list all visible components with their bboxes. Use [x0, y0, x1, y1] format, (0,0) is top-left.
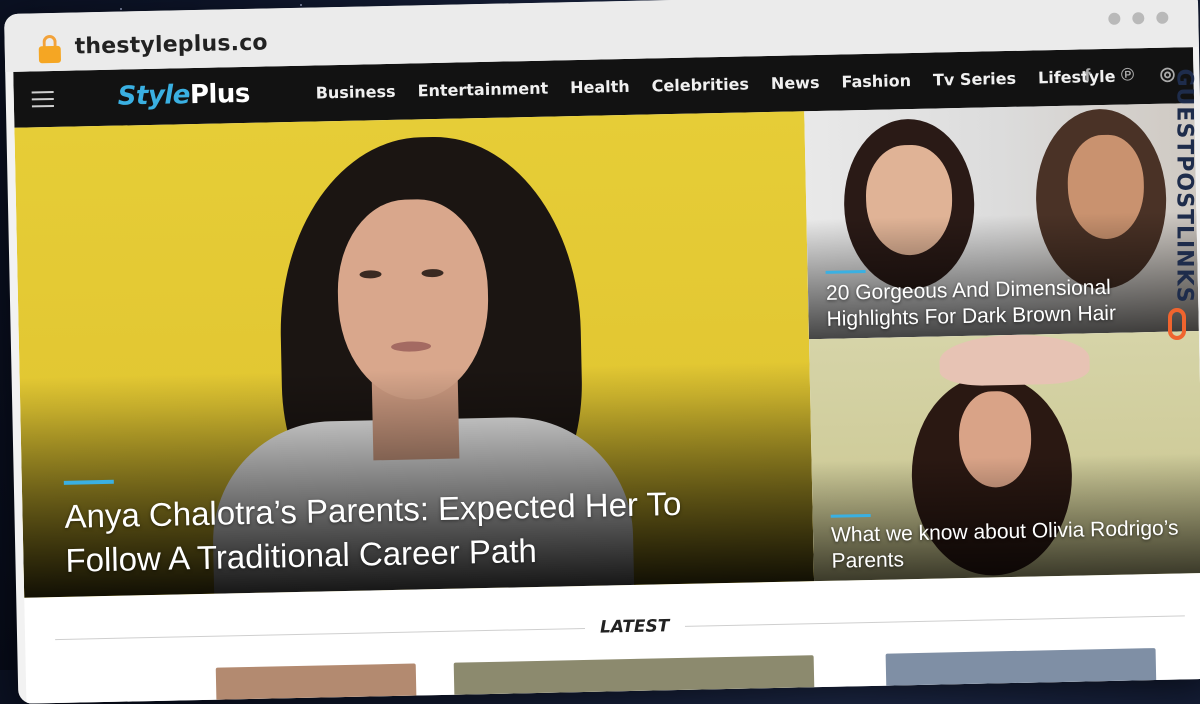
pinterest-icon[interactable]: ℗: [1115, 62, 1139, 86]
latest-divider-right: [684, 615, 1185, 627]
logo-text-style: Style: [117, 80, 191, 112]
address-bar-url[interactable]: thestyleplus.co: [74, 30, 268, 59]
site-logo[interactable]: StylePlus: [117, 79, 250, 112]
hero-article[interactable]: Anya Chalotra’s Parents: Expected Her To…: [14, 111, 815, 598]
window-dot-icon[interactable]: [1108, 12, 1121, 25]
latest-divider-left: [55, 627, 586, 641]
latest-section-header: LATEST: [55, 603, 1185, 651]
side-article-2[interactable]: What we know about Olivia Rodrigo’s Pare…: [808, 331, 1200, 582]
menu-item-health[interactable]: Health: [570, 77, 630, 97]
latest-label: LATEST: [599, 616, 670, 638]
menu-item-business[interactable]: Business: [316, 82, 396, 103]
menu-item-news[interactable]: News: [771, 73, 820, 93]
lock-icon: [38, 34, 62, 64]
hero-title[interactable]: Anya Chalotra’s Parents: Expected Her To…: [64, 480, 786, 583]
side1-title[interactable]: 20 Gorgeous And Dimensional Highlights F…: [826, 273, 1187, 333]
menu-item-fashion[interactable]: Fashion: [841, 71, 911, 91]
hamburger-menu-icon[interactable]: [31, 90, 54, 108]
logo-text-plus: Plus: [189, 78, 251, 111]
social-links: f ℗ ◎: [1075, 61, 1179, 87]
watermark: GUESTPOSTLINKS: [1166, 58, 1197, 358]
latest-thumbnail[interactable]: [885, 648, 1157, 694]
menu-item-entertainment[interactable]: Entertainment: [417, 79, 548, 101]
window-dot-icon[interactable]: [1132, 12, 1145, 25]
watermark-text: GUESTPOSTLINKS: [1171, 68, 1197, 304]
side2-photo-hat: [938, 333, 1090, 387]
side2-title[interactable]: What we know about Olivia Rodrigo’s Pare…: [831, 515, 1192, 575]
side-article-1[interactable]: 20 Gorgeous And Dimensional Highlights F…: [804, 103, 1199, 340]
menu-item-tv-series[interactable]: Tv Series: [933, 69, 1016, 90]
facebook-icon[interactable]: f: [1075, 63, 1099, 87]
web-page: StylePlus Business Entertainment Health …: [13, 47, 1200, 704]
window-dot-icon[interactable]: [1156, 11, 1169, 24]
window-controls: [1108, 11, 1169, 25]
browser-window: thestyleplus.co StylePlus Business Enter…: [4, 0, 1200, 704]
latest-thumbnail[interactable]: [453, 655, 815, 703]
main-menu: Business Entertainment Health Celebritie…: [316, 67, 1116, 103]
menu-item-celebrities[interactable]: Celebrities: [651, 74, 749, 95]
chain-link-icon: [1168, 308, 1186, 340]
